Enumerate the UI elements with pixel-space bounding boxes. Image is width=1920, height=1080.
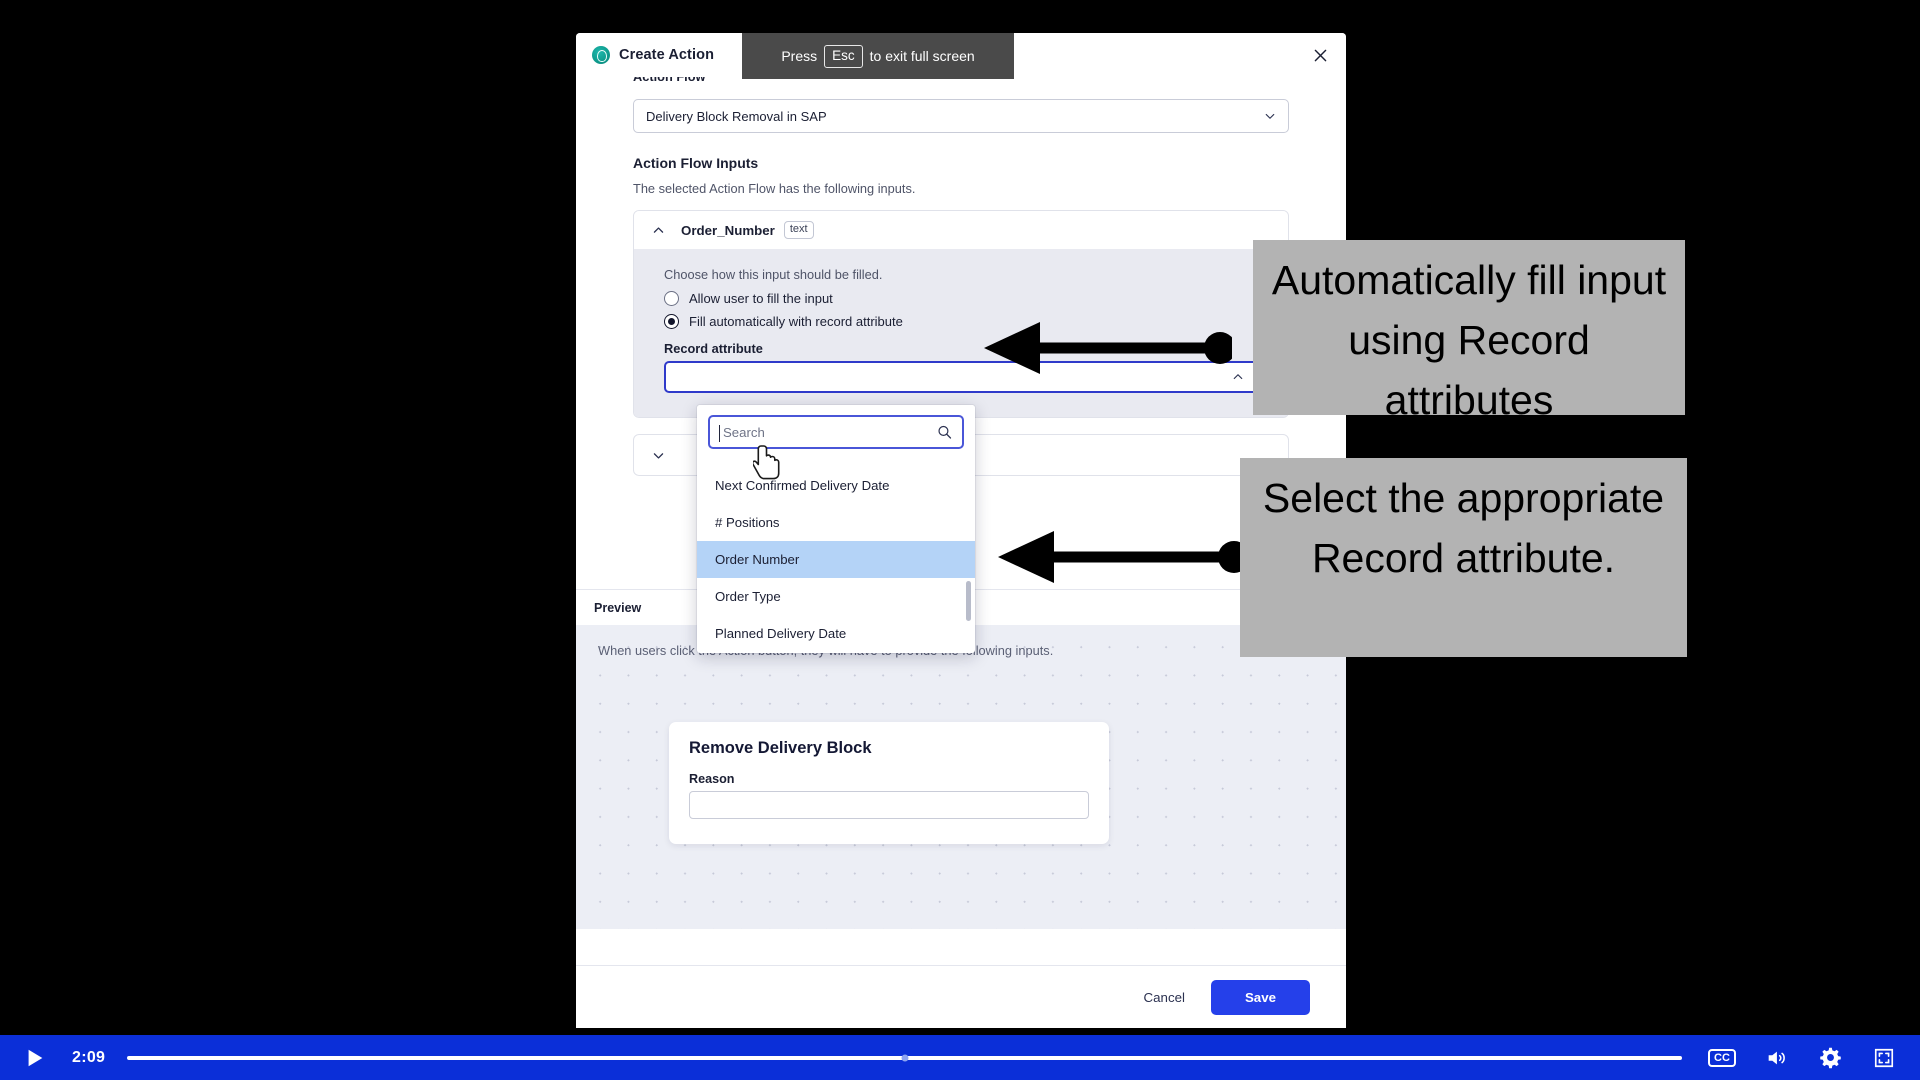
list-item[interactable]: Order Type <box>697 578 975 615</box>
inputs-heading: Action Flow Inputs <box>633 155 759 171</box>
action-flow-label: Action Flow <box>633 77 706 84</box>
video-player-controls: 2:09 CC <box>0 1035 1920 1080</box>
chevron-up-icon <box>653 226 664 233</box>
captions-button[interactable]: CC <box>1708 1046 1736 1070</box>
modal-footer: Cancel Save <box>576 965 1346 1028</box>
video-frame: Create Action Action Flow Delivery Block… <box>0 0 1920 1035</box>
chapter-marker[interactable] <box>901 1054 909 1061</box>
cancel-button[interactable]: Cancel <box>1128 981 1201 1014</box>
screen: Create Action Action Flow Delivery Block… <box>0 0 1920 1080</box>
chevron-down-icon <box>653 452 664 459</box>
input-accordion-order-number: Order_Number text Choose how this input … <box>633 210 1289 418</box>
search-input[interactable] <box>721 423 928 441</box>
choose-fill-text: Choose how this input should be filled. <box>664 267 883 282</box>
radio-allow-user[interactable]: Allow user to fill the input <box>664 291 1258 306</box>
search-icon <box>938 425 952 439</box>
toast-suffix: to exit full screen <box>869 48 975 64</box>
player-right-controls: CC <box>1708 1046 1898 1070</box>
page-title: Create Action <box>619 47 715 63</box>
seek-bar[interactable] <box>127 1054 1682 1061</box>
action-flow-value: Delivery Block Removal in SAP <box>646 108 827 124</box>
list-item[interactable]: # Positions <box>697 504 975 541</box>
radio-label: Allow user to fill the input <box>689 291 833 306</box>
dropdown-option-list: Next Confirmed Delivery Date # Positions… <box>697 458 975 652</box>
preview-label: Preview <box>594 600 642 615</box>
preview-card-field-label: Reason <box>689 772 735 786</box>
annotation-callout-1: Automatically fill input using Record at… <box>1253 240 1685 423</box>
preview-canvas: When users click the Action button, they… <box>576 625 1346 929</box>
dropdown-search-wrapper <box>697 405 975 458</box>
save-button[interactable]: Save <box>1210 979 1310 1015</box>
text-caret <box>719 425 721 442</box>
gear-icon[interactable] <box>1816 1046 1844 1070</box>
esc-key-badge: Esc <box>824 44 863 68</box>
toast-prefix: Press <box>781 48 818 64</box>
exit-fullscreen-toast: Press Esc to exit full screen <box>742 33 1014 79</box>
radio-button-icon <box>664 291 679 306</box>
annotation-arrow-2 <box>998 531 1246 583</box>
app-logo-icon <box>592 46 610 64</box>
exit-fullscreen-icon[interactable] <box>1870 1046 1898 1070</box>
action-flow-select[interactable]: Delivery Block Removal in SAP <box>633 99 1289 133</box>
record-attribute-dropdown: Next Confirmed Delivery Date # Positions… <box>697 405 975 653</box>
list-item[interactable]: Planned Delivery Date <box>697 615 975 652</box>
preview-action-card: Remove Delivery Block Reason <box>669 722 1109 844</box>
list-item[interactable]: Next Confirmed Delivery Date <box>697 467 975 504</box>
chevron-down-icon <box>1265 113 1275 119</box>
cc-label: CC <box>1708 1048 1736 1067</box>
inputs-subtext: The selected Action Flow has the followi… <box>633 181 916 196</box>
input-accordion-header[interactable]: Order_Number text <box>634 211 1288 249</box>
annotation-callout-2: Select the appropriate Record attribute. <box>1240 458 1687 657</box>
list-item-highlighted[interactable]: Order Number <box>697 541 975 578</box>
preview-reason-input[interactable] <box>689 791 1089 819</box>
dropdown-search-box[interactable] <box>708 415 964 449</box>
volume-icon[interactable] <box>1762 1046 1790 1070</box>
preview-card-title: Remove Delivery Block <box>689 739 872 757</box>
radio-button-selected-icon <box>664 314 679 329</box>
radio-label: Fill automatically with record attribute <box>689 314 903 329</box>
input-name: Order_Number <box>681 222 775 238</box>
annotation-arrow-1 <box>984 322 1232 374</box>
dropdown-scrollbar[interactable] <box>966 581 971 621</box>
play-icon[interactable] <box>22 1045 48 1071</box>
current-time: 2:09 <box>72 1048 106 1066</box>
close-icon[interactable] <box>1308 43 1332 67</box>
input-type-badge: text <box>783 221 814 239</box>
chevron-up-icon <box>1233 374 1243 380</box>
